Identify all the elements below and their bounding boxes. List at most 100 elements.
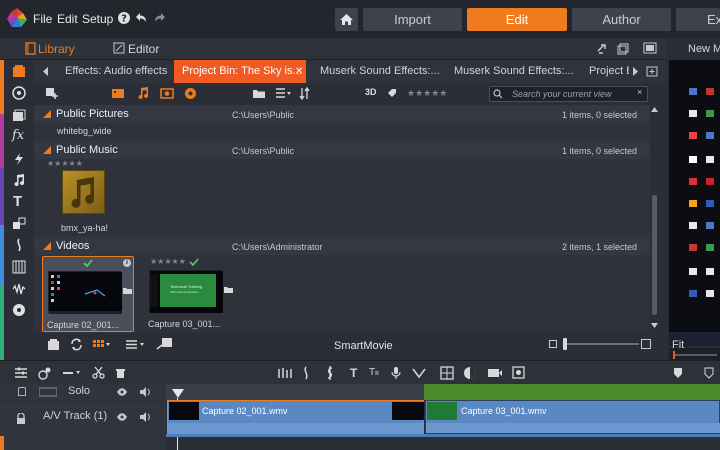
trash-icon[interactable] bbox=[114, 366, 127, 379]
sound-effects-icon[interactable] bbox=[12, 282, 26, 296]
filter-photo-icon[interactable] bbox=[160, 87, 174, 100]
mode-edit-button[interactable]: Edit bbox=[467, 8, 567, 31]
layout-icon[interactable] bbox=[643, 42, 657, 54]
folder-icon[interactable] bbox=[252, 87, 266, 100]
zoom-small-icon[interactable] bbox=[549, 340, 557, 348]
details-view-icon[interactable] bbox=[126, 339, 146, 350]
group-header-public-pictures[interactable]: Public Pictures C:\Users\Public 1 items,… bbox=[34, 105, 656, 123]
clip-capture-02[interactable]: i Capture 02_001... bbox=[42, 256, 134, 332]
library-scrollbar[interactable] bbox=[650, 105, 660, 333]
audio-mixer-icon[interactable] bbox=[277, 367, 293, 379]
snap-mode-icon[interactable] bbox=[62, 367, 82, 379]
clip-name-bmx[interactable]: bmx_ya-ha! bbox=[61, 223, 108, 233]
text-style-icon[interactable]: Tʀ bbox=[369, 367, 379, 378]
tabs-prev-icon[interactable] bbox=[42, 67, 50, 76]
track-label[interactable]: Solo bbox=[68, 385, 90, 397]
3d-filter-toggle[interactable]: 3D bbox=[365, 87, 377, 97]
titles-icon[interactable]: T bbox=[13, 193, 22, 210]
info-icon[interactable]: i bbox=[123, 259, 131, 267]
add-tab-icon[interactable] bbox=[646, 65, 658, 77]
timeline-clip-capture-02[interactable]: Capture 02_001.wmv bbox=[167, 400, 424, 434]
menu-edit[interactable]: Edit bbox=[57, 12, 78, 26]
scroll-down-icon[interactable] bbox=[651, 323, 658, 328]
tab-project-bin[interactable]: Project Bin: The Sky is... ✕ bbox=[174, 60, 306, 83]
fit-selector[interactable]: Fit bbox=[672, 339, 684, 351]
tune-icon[interactable] bbox=[12, 238, 26, 252]
expand-triangle-icon[interactable] bbox=[43, 242, 51, 250]
lock-icon[interactable] bbox=[18, 387, 26, 396]
new-panel-label[interactable]: New M bbox=[688, 43, 720, 55]
clear-search-icon[interactable]: × bbox=[637, 87, 642, 97]
mode-import-button[interactable]: Import bbox=[363, 8, 462, 31]
tab-project-b[interactable]: Project B bbox=[581, 60, 629, 83]
multicam-icon[interactable] bbox=[440, 366, 454, 380]
zoom-large-icon[interactable] bbox=[641, 339, 651, 349]
visibility-icon[interactable] bbox=[116, 387, 128, 397]
playhead-icon[interactable] bbox=[172, 389, 184, 398]
add-media-icon[interactable] bbox=[45, 87, 59, 100]
track-label[interactable]: A/V Track (1) bbox=[43, 410, 107, 422]
disc-menus-icon[interactable] bbox=[12, 303, 26, 317]
rating-filter[interactable]: ★★★★★ bbox=[407, 88, 447, 99]
group-header-videos[interactable]: Videos C:\Users\Administrator 2 items, 1… bbox=[34, 237, 656, 255]
tag-icon[interactable] bbox=[387, 88, 397, 98]
smartmovie-button[interactable]: SmartMovie bbox=[334, 340, 393, 352]
timeline-settings-icon[interactable] bbox=[14, 367, 28, 379]
scorefitter-icon[interactable] bbox=[325, 366, 335, 380]
sync-icon[interactable] bbox=[70, 338, 83, 351]
timeline-clip-capture-03[interactable]: Capture 03_001.wmv bbox=[425, 400, 720, 434]
copy-icon[interactable] bbox=[617, 43, 629, 55]
menu-file[interactable]: File bbox=[33, 12, 52, 26]
music-thumbnail[interactable] bbox=[62, 170, 105, 214]
track-options-icon[interactable] bbox=[38, 366, 52, 380]
thumbnail-view-icon[interactable] bbox=[93, 339, 111, 350]
scissors-icon[interactable] bbox=[92, 366, 105, 379]
lock-icon[interactable] bbox=[16, 413, 26, 425]
project-bin-icon[interactable] bbox=[12, 64, 26, 78]
import-media-icon[interactable] bbox=[47, 338, 60, 351]
title-editor-icon[interactable]: T bbox=[350, 366, 357, 380]
motion-tracking-icon[interactable] bbox=[412, 367, 426, 379]
mode-author-button[interactable]: Author bbox=[572, 8, 671, 31]
collections-icon[interactable] bbox=[12, 86, 26, 100]
scroll-up-icon[interactable] bbox=[651, 107, 658, 112]
tab-muserk-2[interactable]: Muserk Sound Effects:... bbox=[446, 60, 576, 83]
link-icon[interactable] bbox=[596, 43, 608, 55]
clip-name-whitebg[interactable]: whitebg_wide bbox=[57, 126, 112, 136]
clip-capture-03[interactable]: ★★★★★ Technical Training Microsoft Corpo… bbox=[142, 256, 234, 332]
marker-icon[interactable] bbox=[673, 367, 683, 379]
screen-capture-icon[interactable] bbox=[512, 366, 525, 379]
speaker-icon[interactable] bbox=[139, 386, 151, 398]
send-to-timeline-icon[interactable] bbox=[156, 337, 173, 352]
speaker-icon[interactable] bbox=[139, 411, 151, 423]
media-folders-icon[interactable] bbox=[12, 108, 26, 122]
tab-editor[interactable]: Editor bbox=[128, 42, 159, 56]
rating-stars[interactable]: ★★★★★ bbox=[150, 257, 186, 266]
search-input[interactable]: Search your current view bbox=[489, 86, 648, 102]
menu-setup[interactable]: Setup bbox=[82, 12, 113, 26]
audio-ducking-icon[interactable] bbox=[301, 366, 311, 380]
thumbnail-size-slider[interactable] bbox=[563, 338, 639, 350]
tab-effects-audio[interactable]: Effects: Audio effects bbox=[57, 60, 173, 83]
transitions-icon[interactable] bbox=[12, 152, 26, 166]
undo-icon[interactable] bbox=[134, 11, 148, 25]
help-icon[interactable]: ? bbox=[117, 11, 131, 25]
marker-next-icon[interactable] bbox=[704, 367, 714, 379]
sort-icon[interactable] bbox=[299, 87, 315, 100]
expand-triangle-icon[interactable] bbox=[43, 146, 51, 154]
stop-motion-icon[interactable] bbox=[487, 367, 503, 379]
list-view-icon[interactable] bbox=[275, 87, 293, 100]
redo-icon[interactable] bbox=[153, 11, 167, 25]
home-button[interactable] bbox=[335, 8, 358, 31]
slider-handle[interactable] bbox=[563, 338, 567, 350]
filter-audio-icon[interactable] bbox=[137, 87, 149, 100]
close-tab-icon[interactable]: ✕ bbox=[295, 60, 303, 83]
tabs-next-icon[interactable] bbox=[631, 67, 639, 76]
tab-muserk-1[interactable]: Muserk Sound Effects:... bbox=[312, 60, 442, 83]
mode-extra-button[interactable]: Ex bbox=[676, 8, 720, 31]
filter-video-icon[interactable] bbox=[111, 87, 125, 100]
voiceover-icon[interactable] bbox=[391, 366, 401, 380]
montage-icon[interactable] bbox=[12, 217, 26, 231]
color-grading-icon[interactable] bbox=[463, 366, 477, 380]
music-icon[interactable] bbox=[12, 173, 26, 187]
